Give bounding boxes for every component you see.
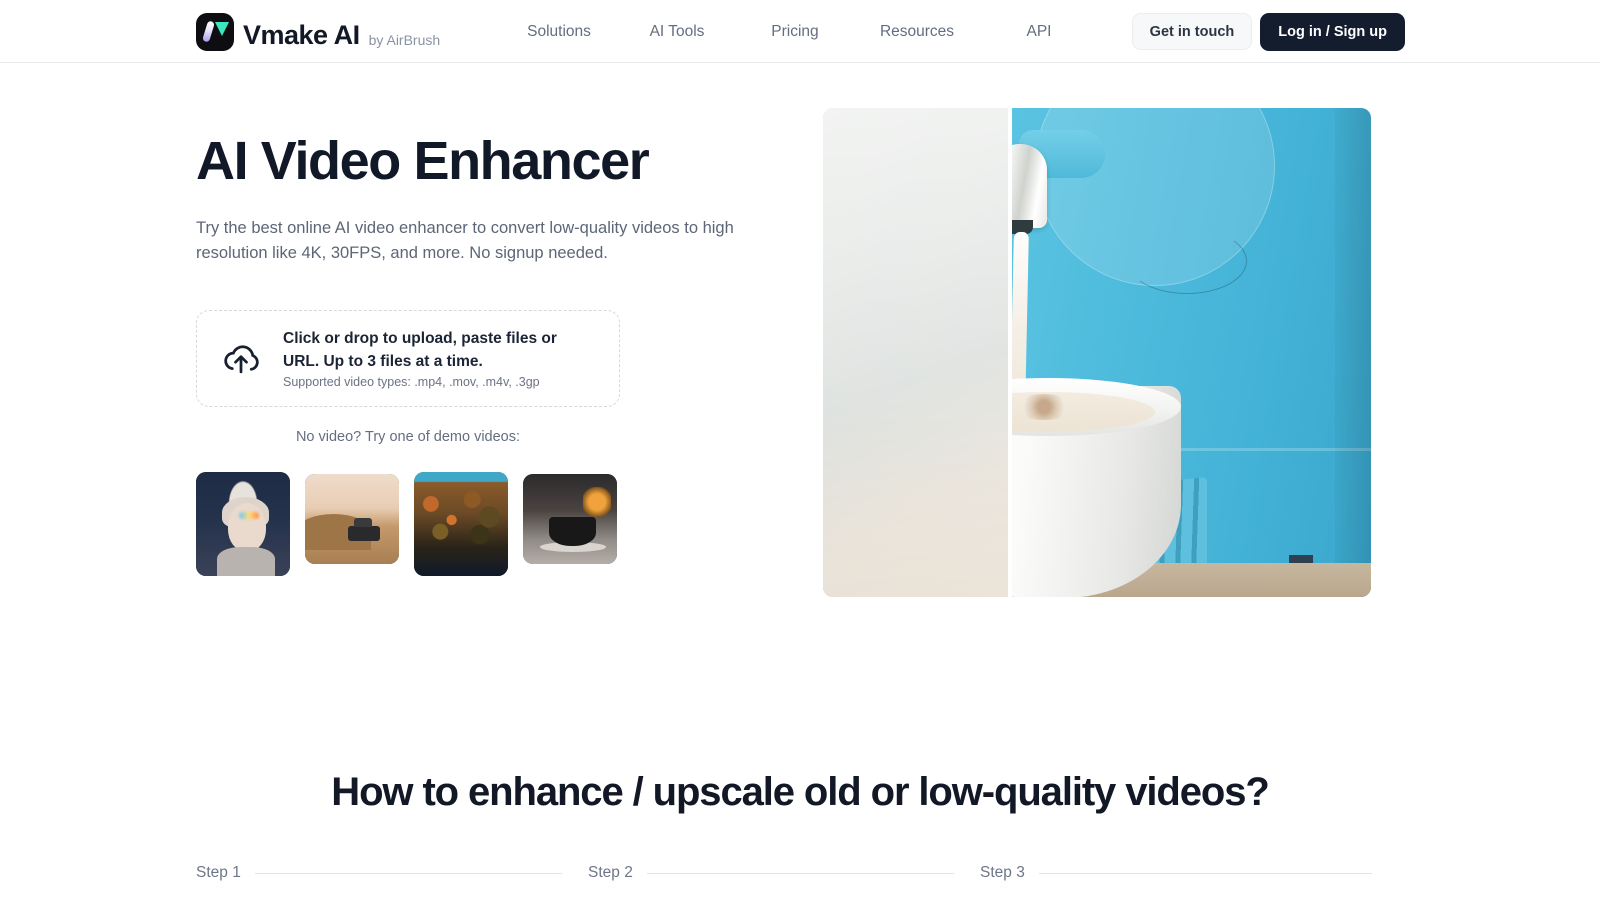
upload-text-group: Click or drop to upload, paste files or …: [283, 328, 573, 389]
vmake-logo-icon: [196, 13, 234, 51]
site-header: Vmake AI by AirBrush Solutions AI Tools …: [0, 0, 1600, 63]
thumb-detail: [583, 486, 612, 518]
nav-item-pricing[interactable]: Pricing: [771, 23, 818, 41]
step-divider-line: [646, 872, 954, 874]
thumb-detail: [549, 517, 597, 546]
step-2-label: Step 2: [588, 864, 633, 881]
brand-name: Vmake AI: [243, 20, 360, 50]
logo-stroke-shape: [202, 20, 215, 43]
thumbnail-art: [523, 474, 617, 564]
brand-byline: by AirBrush: [368, 32, 441, 48]
step-item: Step 2: [588, 864, 980, 882]
thumb-detail: [216, 546, 275, 576]
thumbnail-art: [305, 474, 399, 564]
thumbnail-art: [196, 472, 290, 576]
header-actions: Get in touch Log in / Sign up: [1131, 0, 1405, 63]
demo-video-desert-truck[interactable]: [305, 474, 399, 564]
demo-videos-label: No video? Try one of demo videos:: [295, 429, 521, 445]
logo-triangle-shape: [215, 22, 229, 36]
page-title: AI Video Enhancer: [196, 131, 650, 191]
upload-dropzone[interactable]: Click or drop to upload, paste files or …: [196, 310, 620, 407]
demo-video-portrait-woman[interactable]: [196, 472, 290, 576]
nav-item-api[interactable]: API: [1027, 23, 1052, 41]
nav-item-solutions[interactable]: Solutions: [527, 23, 591, 41]
hero-text-block: AI Video Enhancer Try the best online AI…: [196, 132, 796, 265]
main-nav: Solutions AI Tools Pricing Resources API: [500, 0, 1098, 63]
step-divider-line: [1038, 872, 1372, 874]
before-overlay: [823, 108, 1008, 597]
nav-item-ai-tools[interactable]: AI Tools: [650, 23, 705, 41]
demo-video-autumn-landscape[interactable]: [414, 472, 508, 576]
demo-thumbnail-list: [196, 468, 617, 576]
step-3-label: Step 3: [980, 864, 1025, 881]
upload-sub-text: Supported video types: .mp4, .mov, .m4v,…: [283, 374, 540, 389]
machine-edge-shadow: [1335, 108, 1371, 597]
thumbnail-art: [414, 472, 508, 576]
thumb-detail: [414, 482, 508, 556]
thumb-detail: [227, 503, 266, 552]
nav-item-resources[interactable]: Resources: [880, 23, 954, 41]
brand-logo[interactable]: Vmake AI by AirBrush: [196, 13, 440, 51]
thumb-detail: [348, 518, 381, 542]
step-item: Step 3: [980, 864, 1372, 882]
step-item: Step 1: [196, 864, 588, 882]
milk-foam: [1013, 394, 1075, 420]
before-after-coffee-machine[interactable]: [823, 108, 1371, 597]
comparison-divider[interactable]: [1008, 108, 1012, 597]
upload-main-text: Click or drop to upload, paste files or …: [283, 330, 557, 370]
how-to-title: How to enhance / upscale old or low-qual…: [331, 770, 1269, 814]
hero-subtitle: Try the best online AI video enhancer to…: [196, 219, 734, 262]
login-signup-button[interactable]: Log in / Sign up: [1260, 12, 1405, 51]
demo-video-coffee-cup[interactable]: [523, 474, 617, 564]
how-to-steps: Step 1 Step 2 Step 3: [196, 864, 1372, 882]
step-divider-line: [254, 872, 562, 874]
cloud-upload-icon: [224, 345, 259, 373]
machine-arc-detail: [1127, 228, 1247, 294]
step-1-label: Step 1: [196, 864, 241, 881]
get-in-touch-button[interactable]: Get in touch: [1131, 13, 1253, 50]
